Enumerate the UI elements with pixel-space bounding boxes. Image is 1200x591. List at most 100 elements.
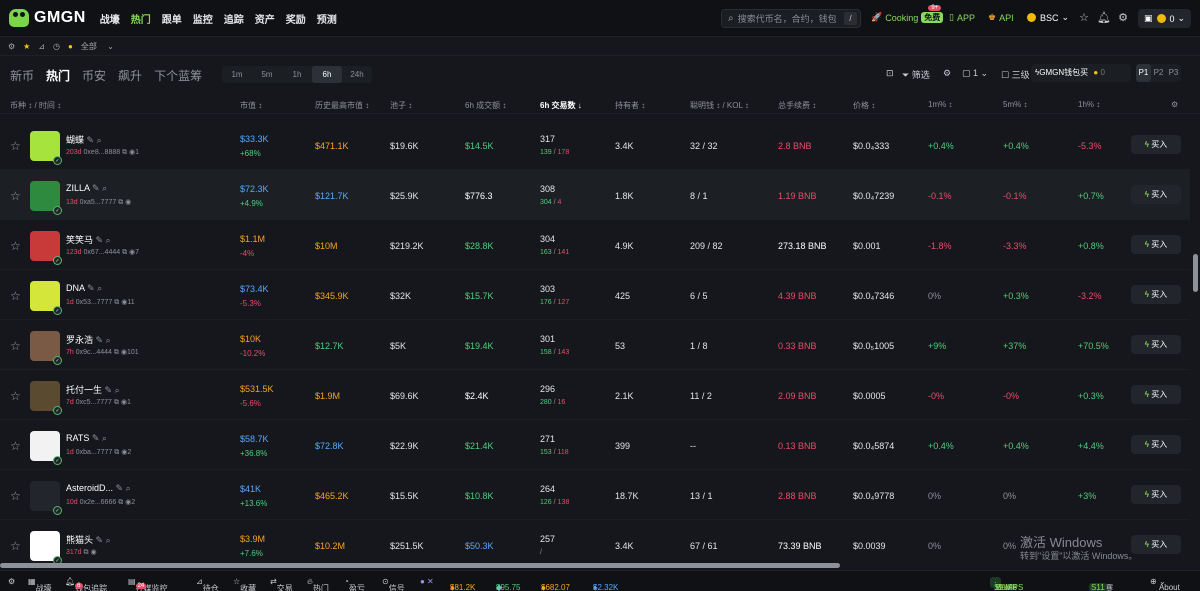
- edit-icon[interactable]: ✎: [92, 183, 100, 193]
- favorite-star-icon[interactable]: ☆: [10, 389, 21, 403]
- col-1h[interactable]: 1h% ↕: [1078, 100, 1100, 109]
- copy-icon[interactable]: ⧉: [114, 399, 119, 406]
- gmgn-wallet-buy[interactable]: ϟGMGN钱包买 ● 0: [1031, 64, 1131, 82]
- bottom-trade[interactable]: ⇄ 交易: [270, 577, 293, 591]
- edit-icon[interactable]: ✎: [96, 335, 104, 345]
- page-button[interactable]: P3: [1166, 64, 1181, 82]
- settings-icon[interactable]: ⚙: [943, 68, 951, 79]
- copy-icon[interactable]: ⧉: [122, 249, 127, 256]
- edit-icon[interactable]: ✎: [105, 385, 113, 395]
- star-icon[interactable]: ☆: [1077, 11, 1091, 25]
- time-tab[interactable]: 6h: [312, 66, 342, 83]
- buy-button[interactable]: ϟ 买入: [1131, 285, 1181, 304]
- bell-icon[interactable]: 🔔︎: [1097, 11, 1111, 25]
- col-price[interactable]: 价格 ↕: [853, 100, 875, 111]
- hide-toggle[interactable]: ☐ 三级: [1001, 68, 1030, 81]
- main-tab[interactable]: 热门: [46, 67, 70, 84]
- all-filter[interactable]: 全部 ⌄: [81, 41, 114, 52]
- col-token[interactable]: 币种 ↕ / 时间 ↕: [10, 100, 61, 111]
- gear-icon[interactable]: ⚙: [8, 42, 15, 51]
- col-5m[interactable]: 5m% ↕: [1003, 100, 1027, 109]
- token-address[interactable]: 0xa5...7777: [80, 199, 117, 206]
- bottom-wallet-track[interactable]: 🔔︎ 钱包追踪 6: [65, 577, 107, 591]
- favorite-star-icon[interactable]: ☆: [10, 339, 21, 353]
- col-tx[interactable]: 6h 交易数 ↓: [540, 100, 582, 111]
- buy-button[interactable]: ϟ 买入: [1131, 335, 1181, 354]
- main-tab[interactable]: 下个蓝筹: [154, 67, 202, 84]
- copy-icon[interactable]: ⧉: [114, 349, 119, 356]
- buy-button[interactable]: ϟ 买入: [1131, 185, 1181, 204]
- token-address[interactable]: 0xc5...7777: [76, 399, 112, 406]
- token-name[interactable]: 托付一生 ✎ ⌕: [66, 383, 120, 396]
- nav-link[interactable]: 热门: [131, 11, 151, 26]
- col-holders[interactable]: 持有者 ↕: [615, 100, 645, 111]
- favorite-star-icon[interactable]: ☆: [10, 239, 21, 253]
- favorite-star-icon[interactable]: ☆: [10, 139, 21, 153]
- main-tab[interactable]: 新币: [10, 67, 34, 84]
- bottom-hot[interactable]: 🔥︎ 热门: [307, 577, 329, 591]
- column-settings-icon[interactable]: ⚙: [1171, 100, 1178, 109]
- token-name[interactable]: AsteroidD... ✎ ⌕: [66, 483, 131, 494]
- logo[interactable]: GMGN: [9, 9, 86, 27]
- search-icon[interactable]: ⌕: [115, 385, 120, 395]
- token-address[interactable]: 0xe8...8888: [84, 149, 121, 156]
- col-ath[interactable]: 历史最高市值 ↕: [315, 100, 369, 111]
- col-fee[interactable]: 总手续费 ↕: [778, 100, 816, 111]
- token-name[interactable]: ZILLA ✎ ⌕: [66, 183, 107, 194]
- time-tab[interactable]: 1m: [222, 66, 252, 83]
- bottom-favorites[interactable]: ☆ 收藏: [233, 577, 256, 591]
- table-row[interactable]: ☆ ✓ AsteroidD... ✎ ⌕ 10d 0x2e...6666 ⧉ ◉2 $4…: [0, 470, 1190, 520]
- table-row[interactable]: ☆ ✓ 熊猫头 ✎ ⌕ 317d ⧉ ◉ $3.9M +7.6% $10.2M $251.5K…: [0, 520, 1190, 566]
- token-name[interactable]: RATS ✎ ⌕: [66, 433, 107, 444]
- favorite-star-icon[interactable]: ☆: [10, 489, 21, 503]
- edit-icon[interactable]: ✎: [92, 433, 100, 443]
- api-link[interactable]: ♚ API: [988, 12, 1014, 23]
- time-tab[interactable]: 5m: [252, 66, 282, 83]
- col-smart-money[interactable]: 聪明钱 ↕ / KOL ↕: [690, 100, 749, 111]
- buy-button[interactable]: ϟ 买入: [1131, 135, 1181, 154]
- about-link[interactable]: ⊕ About ⌄: [1150, 577, 1180, 591]
- token-address[interactable]: 0x53...7777: [76, 299, 113, 306]
- nav-link[interactable]: 跟单: [162, 11, 182, 26]
- coin-filter-icon[interactable]: ●: [68, 42, 73, 51]
- chart-icon[interactable]: ⊿: [38, 42, 45, 51]
- copy-icon[interactable]: ⧉: [114, 449, 119, 456]
- edit-icon[interactable]: ✎: [87, 135, 95, 145]
- gear-icon[interactable]: ⚙: [1116, 11, 1130, 25]
- search-icon[interactable]: ⌕: [106, 535, 111, 545]
- filter-button[interactable]: ⏷ 筛选: [902, 68, 930, 81]
- app-link[interactable]: ▯ APP: [949, 12, 975, 23]
- token-address[interactable]: 0x67...4444: [84, 249, 121, 256]
- buy-button[interactable]: ϟ 买入: [1131, 485, 1181, 504]
- page-button[interactable]: P2: [1151, 64, 1166, 82]
- buy-button[interactable]: ϟ 买入: [1131, 385, 1181, 404]
- horizontal-scrollbar[interactable]: [0, 563, 840, 568]
- scroll-thumb[interactable]: [1193, 254, 1198, 292]
- search-icon[interactable]: ⌕: [102, 183, 107, 193]
- edit-icon[interactable]: ✎: [96, 235, 104, 245]
- search-icon[interactable]: ⌕: [106, 235, 111, 245]
- page-button[interactable]: P1: [1136, 64, 1151, 82]
- search-input[interactable]: [737, 13, 838, 24]
- buy-button[interactable]: ϟ 买入: [1131, 235, 1181, 254]
- search-icon[interactable]: ⌕: [97, 283, 102, 293]
- table-row[interactable]: ☆ ✓ 托付一生 ✎ ⌕ 7d 0xc5...7777 ⧉ ◉1 $531.5K -5.6…: [0, 370, 1190, 420]
- search-icon[interactable]: ⌕: [106, 335, 111, 345]
- token-address[interactable]: 0xba...7777: [76, 449, 113, 456]
- table-row[interactable]: ☆ ✓ ZILLA ✎ ⌕ 13d 0xa5...7777 ⧉ ◉ $72.3K +4.9…: [0, 170, 1190, 220]
- buy-button[interactable]: ϟ 买入: [1131, 535, 1181, 554]
- nav-link[interactable]: 资产: [255, 11, 275, 26]
- star-icon[interactable]: ★: [23, 42, 30, 51]
- token-address[interactable]: 0x2e...6666: [80, 499, 117, 506]
- buy-button[interactable]: ϟ 买入: [1131, 435, 1181, 454]
- favorite-star-icon[interactable]: ☆: [10, 189, 21, 203]
- cooking-button[interactable]: 🚀 Cooking 免费 9+: [871, 5, 944, 23]
- token-name[interactable]: 罗永浩 ✎ ⌕: [66, 333, 111, 346]
- chain-select[interactable]: BSC ⌄: [1027, 12, 1069, 23]
- nav-link[interactable]: 预测: [317, 11, 337, 26]
- table-row[interactable]: ☆ ✓ 罗永浩 ✎ ⌕ 7h 0x9c...4444 ⧉ ◉101 $10K -10.2%…: [0, 320, 1190, 370]
- nav-link[interactable]: 监控: [193, 11, 213, 26]
- vertical-scrollbar[interactable]: [1191, 114, 1200, 566]
- bottom-social[interactable]: ▤ 社媒监控 24: [128, 577, 168, 591]
- search-icon[interactable]: ⌕: [102, 433, 107, 443]
